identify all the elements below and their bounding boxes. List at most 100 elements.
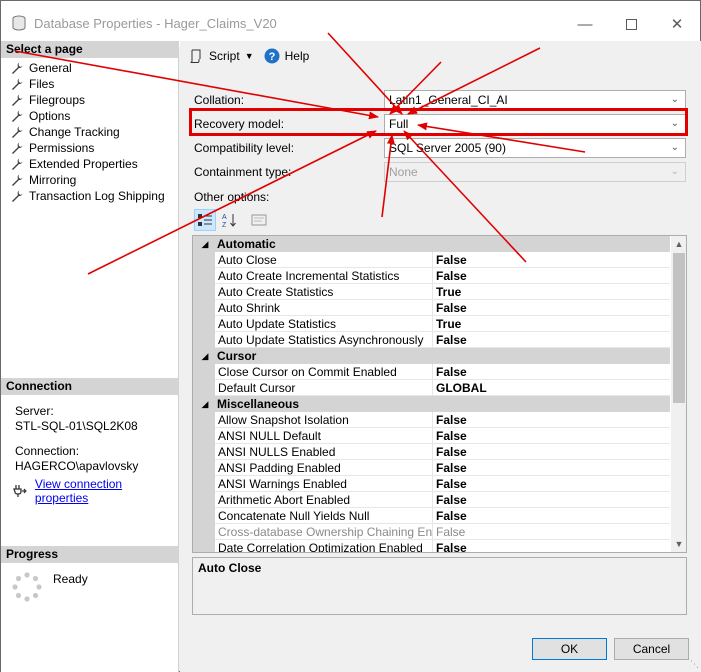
containment-type-label: Containment type:: [194, 165, 292, 179]
row-gutter: [193, 364, 215, 380]
grid-toolbar: AZ: [194, 209, 272, 231]
left-pane: Select a page General Files Filegroups Opti…: [1, 41, 179, 672]
row-gutter: [193, 524, 215, 540]
scroll-down-icon[interactable]: ▼: [671, 536, 686, 552]
grid-scrollbar[interactable]: ▲ ▼: [671, 236, 686, 552]
svg-text:A: A: [222, 214, 227, 221]
property-value[interactable]: False: [433, 476, 670, 492]
property-value[interactable]: False: [433, 412, 670, 428]
grid-category-miscellaneous[interactable]: ◢ Miscellaneous: [193, 396, 670, 412]
property-value[interactable]: False: [433, 524, 670, 540]
grid-row[interactable]: ANSI NULL Default False: [193, 428, 670, 444]
grid-row[interactable]: Concatenate Null Yields Null False: [193, 508, 670, 524]
property-pages-icon[interactable]: [248, 209, 270, 231]
property-value[interactable]: GLOBAL: [433, 380, 670, 396]
row-gutter: [193, 540, 215, 552]
compatibility-level-value: SQL Server 2005 (90): [389, 141, 506, 155]
scroll-up-icon[interactable]: ▲: [671, 236, 686, 252]
scroll-thumb[interactable]: [673, 253, 685, 403]
dialog-footer: OK Cancel ⋱: [180, 631, 701, 672]
property-value[interactable]: True: [433, 316, 670, 332]
property-value[interactable]: False: [433, 332, 670, 348]
grid-row[interactable]: Auto Create Statistics True: [193, 284, 670, 300]
property-name: Close Cursor on Commit Enabled: [215, 364, 433, 380]
toolbar: Script ▼ ? Help: [180, 41, 701, 71]
grid-category-automatic[interactable]: ◢ Automatic: [193, 236, 670, 252]
collation-value: Latin1_General_CI_AI: [389, 93, 508, 107]
svg-text:?: ?: [268, 51, 275, 63]
category-label: Automatic: [217, 237, 276, 251]
property-value[interactable]: False: [433, 300, 670, 316]
page-item-options[interactable]: Options: [10, 108, 165, 124]
grid-row[interactable]: Auto Close False: [193, 252, 670, 268]
grid-row[interactable]: Auto Update Statistics True: [193, 316, 670, 332]
collapse-icon[interactable]: ◢: [193, 351, 217, 362]
property-value[interactable]: False: [433, 252, 670, 268]
grid-row[interactable]: Close Cursor on Commit Enabled False: [193, 364, 670, 380]
grid-row[interactable]: ANSI Warnings Enabled False: [193, 476, 670, 492]
property-name: ANSI NULLS Enabled: [215, 444, 433, 460]
spinner-icon: [12, 572, 42, 602]
property-value[interactable]: False: [433, 460, 670, 476]
view-connection-link[interactable]: View connection properties: [35, 477, 178, 505]
wrench-icon: [12, 190, 23, 202]
page-item-files[interactable]: Files: [10, 76, 165, 92]
categorized-view-icon[interactable]: [194, 209, 216, 231]
ok-button[interactable]: OK: [532, 638, 607, 660]
grid-row[interactable]: ANSI NULLS Enabled False: [193, 444, 670, 460]
containment-type-combo: None ⌄: [384, 162, 686, 182]
grid-row[interactable]: ANSI Padding Enabled False: [193, 460, 670, 476]
grid-row[interactable]: Default Cursor GLOBAL: [193, 380, 670, 396]
collapse-icon[interactable]: ◢: [193, 399, 217, 410]
property-value[interactable]: False: [433, 540, 670, 552]
compatibility-level-combo[interactable]: SQL Server 2005 (90) ⌄: [384, 138, 686, 158]
grid-row[interactable]: Cross-database Ownership Chaining Enable…: [193, 524, 670, 540]
page-item-extended-properties[interactable]: Extended Properties: [10, 156, 165, 172]
collation-combo[interactable]: Latin1_General_CI_AI ⌄: [384, 90, 686, 110]
grid-category-cursor[interactable]: ◢ Cursor: [193, 348, 670, 364]
page-item-change-tracking[interactable]: Change Tracking: [10, 124, 165, 140]
wrench-icon: [12, 158, 23, 170]
chevron-down-icon[interactable]: ▼: [245, 51, 254, 61]
page-item-label: General: [29, 61, 72, 75]
help-icon: ?: [264, 48, 280, 64]
property-value[interactable]: True: [433, 284, 670, 300]
options-property-grid[interactable]: ◢ Automatic Auto Close False Auto Create Inc…: [192, 235, 687, 553]
grid-row[interactable]: Auto Update Statistics Asynchronously Fal…: [193, 332, 670, 348]
grid-row[interactable]: Auto Create Incremental Statistics False: [193, 268, 670, 284]
containment-row: Containment type:: [194, 165, 384, 179]
resize-grip-icon[interactable]: ⋱: [690, 659, 699, 670]
other-options-label: Other options:: [194, 190, 270, 204]
page-item-filegroups[interactable]: Filegroups: [10, 92, 165, 108]
window-title: Database Properties - Hager_Claims_V20: [34, 16, 277, 31]
property-value[interactable]: False: [433, 508, 670, 524]
property-name: Concatenate Null Yields Null: [215, 508, 433, 524]
script-button[interactable]: Script ▼: [188, 48, 254, 64]
view-connection-properties[interactable]: View connection properties: [13, 477, 178, 505]
annotation-highlight-box: [189, 108, 688, 136]
collapse-icon[interactable]: ◢: [193, 239, 217, 250]
alphabetical-sort-icon[interactable]: AZ: [218, 209, 240, 231]
property-value[interactable]: False: [433, 444, 670, 460]
property-value[interactable]: False: [433, 428, 670, 444]
page-item-general[interactable]: General: [10, 60, 165, 76]
property-name: ANSI Warnings Enabled: [215, 476, 433, 492]
category-label: Miscellaneous: [217, 397, 300, 411]
wrench-icon: [12, 94, 23, 106]
page-item-permissions[interactable]: Permissions: [10, 140, 165, 156]
grid-row[interactable]: Allow Snapshot Isolation False: [193, 412, 670, 428]
select-page-header: Select a page: [1, 41, 179, 58]
help-button[interactable]: ? Help: [264, 48, 309, 64]
grid-row[interactable]: Auto Shrink False: [193, 300, 670, 316]
page-item-mirroring[interactable]: Mirroring: [10, 172, 165, 188]
grid-row[interactable]: Arithmetic Abort Enabled False: [193, 492, 670, 508]
collation-label: Collation:: [194, 93, 245, 107]
grid-row[interactable]: Date Correlation Optimization Enabled Fal…: [193, 540, 670, 552]
property-name: Auto Shrink: [215, 300, 433, 316]
property-value[interactable]: False: [433, 492, 670, 508]
cancel-button[interactable]: Cancel: [614, 638, 689, 660]
property-value[interactable]: False: [433, 364, 670, 380]
page-item-transaction-log-shipping[interactable]: Transaction Log Shipping: [10, 188, 165, 204]
property-name: Auto Create Incremental Statistics: [215, 268, 433, 284]
property-value[interactable]: False: [433, 268, 670, 284]
